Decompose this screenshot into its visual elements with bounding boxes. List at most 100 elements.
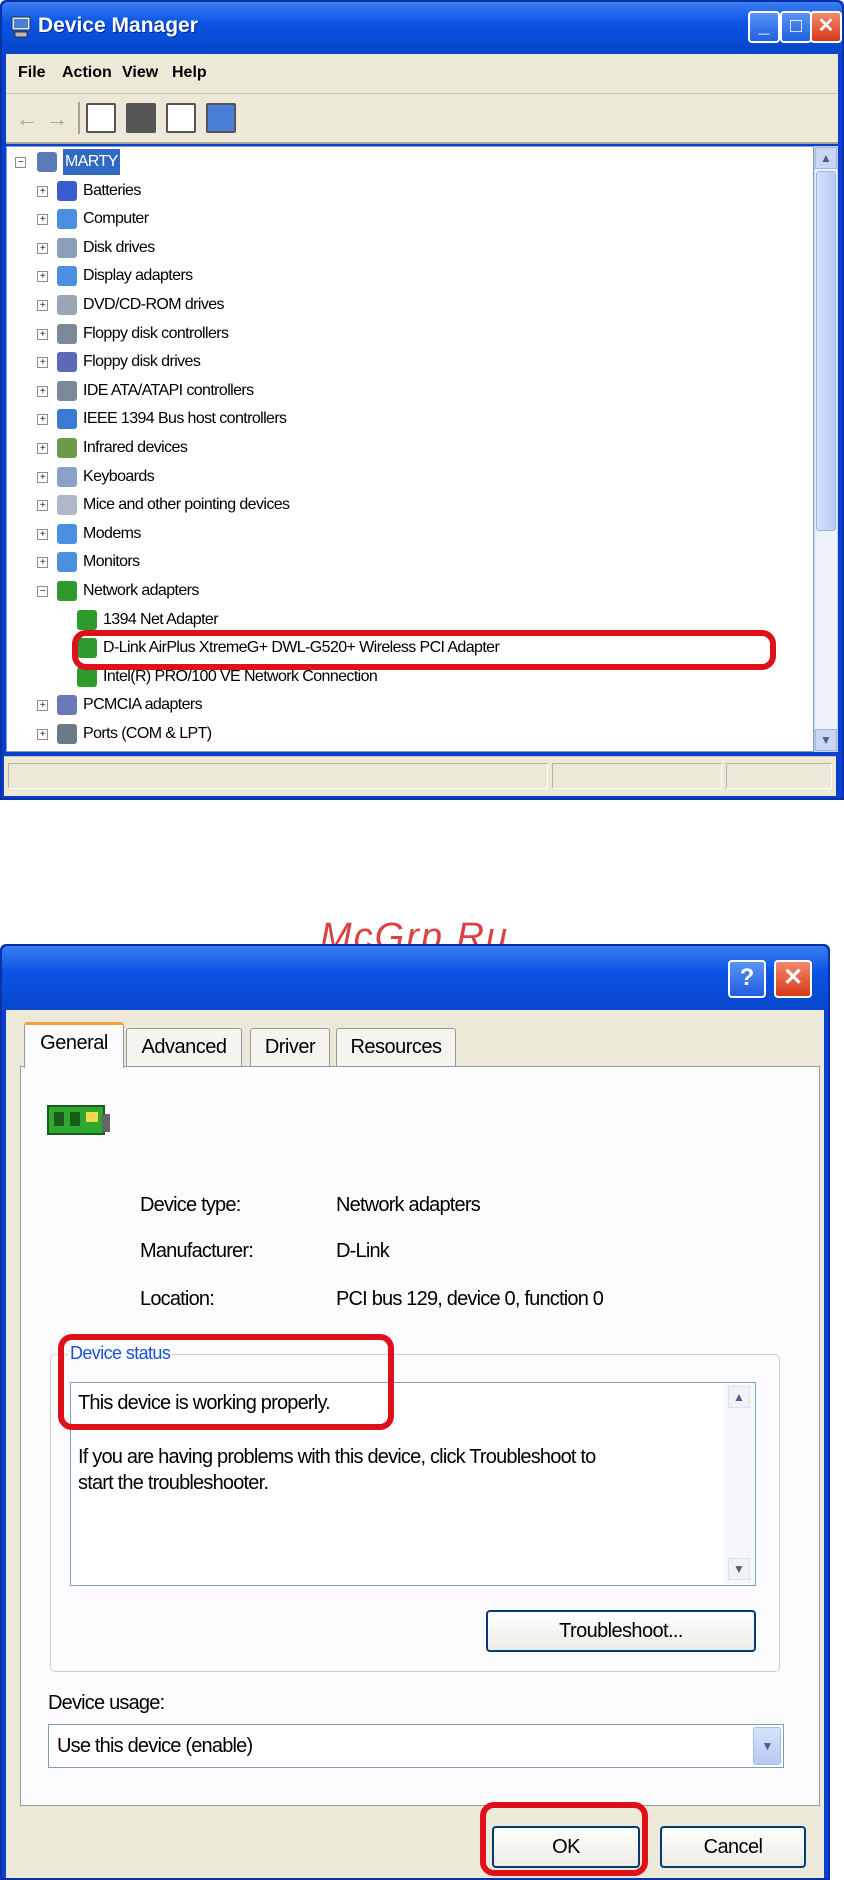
- expand-icon[interactable]: +: [37, 557, 48, 569]
- tree-category-item[interactable]: − Network adapters: [37, 578, 777, 604]
- menu-help[interactable]: Help: [172, 64, 207, 82]
- tab-driver[interactable]: Driver: [250, 1028, 330, 1066]
- tree-category-item[interactable]: + Floppy disk drives: [37, 349, 777, 375]
- window-title: Device Manager: [38, 14, 198, 37]
- status-help-line-1: If you are having problems with this dev…: [78, 1446, 596, 1468]
- tree-item-label: Mice and other pointing devices: [83, 496, 290, 514]
- tree-category-item[interactable]: + Floppy disk controllers: [37, 321, 777, 347]
- expand-icon[interactable]: +: [37, 443, 48, 454]
- status-scroll-down-icon[interactable]: ▼: [728, 1558, 750, 1580]
- back-arrow-icon[interactable]: ←: [16, 106, 38, 132]
- maximize-button[interactable]: □: [780, 11, 812, 43]
- menu-view[interactable]: View: [122, 64, 158, 82]
- maximize-icon: □: [789, 15, 803, 37]
- tree-child-item[interactable]: 1394 Net Adapter: [77, 607, 813, 633]
- expand-icon[interactable]: +: [37, 700, 48, 712]
- scroll-down-icon[interactable]: ▼: [815, 729, 837, 751]
- tree-category-item[interactable]: + IEEE 1394 Bus host controllers: [37, 406, 777, 432]
- tree-scrollbar[interactable]: ▲ ▼: [814, 146, 838, 752]
- root-label: MARTY: [63, 149, 120, 175]
- tree-category-item[interactable]: + Monitors: [37, 549, 777, 575]
- tree-category-item[interactable]: + Ports (COM & LPT): [37, 721, 777, 747]
- scroll-thumb[interactable]: [816, 171, 836, 531]
- device-category-icon: [57, 209, 77, 230]
- toolbar-separator: [78, 102, 80, 134]
- status-cell-2: [552, 763, 722, 789]
- device-usage-label: Device usage:: [48, 1692, 165, 1714]
- device-category-icon: [57, 180, 77, 201]
- chevron-down-icon[interactable]: ▼: [753, 1727, 781, 1765]
- tree-item-label: Floppy disk controllers: [83, 324, 229, 342]
- tree-item-label: 1394 Net Adapter: [103, 610, 219, 628]
- cancel-button[interactable]: Cancel: [660, 1826, 806, 1868]
- network-adapter-icon: [47, 1105, 110, 1135]
- tree-item-label: Monitors: [83, 553, 140, 571]
- expand-icon[interactable]: +: [37, 300, 48, 311]
- properties-view-icon[interactable]: [86, 103, 116, 133]
- collapse-icon[interactable]: −: [37, 586, 48, 597]
- troubleshoot-button[interactable]: Troubleshoot...: [486, 1610, 756, 1652]
- manufacturer-value: D-Link: [336, 1240, 390, 1262]
- forward-arrow-icon[interactable]: →: [46, 106, 68, 132]
- device-manager-titlebar[interactable]: Device Manager _ □ ✕: [2, 2, 842, 54]
- expand-icon[interactable]: +: [37, 414, 48, 426]
- tree-category-item[interactable]: + DVD/CD-ROM drives: [37, 292, 777, 318]
- expand-icon[interactable]: +: [37, 385, 48, 397]
- dialog-close-button[interactable]: ✕: [774, 960, 812, 998]
- status-cell-3: [726, 763, 832, 789]
- close-button[interactable]: ✕: [810, 11, 842, 43]
- expand-icon[interactable]: +: [37, 500, 48, 512]
- tree-item-label: Keyboards: [83, 467, 155, 485]
- close-icon: ✕: [782, 964, 804, 991]
- status-box-scrollbar[interactable]: ▲ ▼: [724, 1384, 754, 1584]
- device-usage-select[interactable]: Use this device (enable) ▼: [48, 1724, 784, 1768]
- expand-icon[interactable]: +: [37, 328, 48, 340]
- tree-item-label: IEEE 1394 Bus host controllers: [83, 410, 287, 428]
- tab-general[interactable]: General: [24, 1022, 124, 1068]
- expand-icon[interactable]: +: [37, 271, 48, 283]
- tree-category-item[interactable]: + Disk drives: [37, 235, 777, 261]
- device-category-icon: [57, 695, 77, 716]
- device-category-icon: [57, 237, 77, 258]
- dialog-titlebar[interactable]: ? ✕: [2, 946, 828, 1010]
- expand-icon[interactable]: +: [37, 471, 48, 483]
- expand-icon[interactable]: +: [37, 528, 48, 540]
- device-type-label: Device type:: [140, 1194, 241, 1216]
- expand-icon[interactable]: +: [37, 729, 48, 740]
- tree-category-item[interactable]: + PCMCIA adapters: [37, 692, 777, 718]
- status-scroll-up-icon[interactable]: ▲: [728, 1386, 750, 1408]
- device-category-icon: [57, 523, 77, 544]
- tab-resources[interactable]: Resources: [336, 1028, 456, 1066]
- device-category-icon: [77, 609, 97, 630]
- highlight-ok-button: [480, 1802, 648, 1876]
- expand-icon[interactable]: +: [37, 214, 48, 226]
- minimize-button[interactable]: _: [748, 11, 780, 43]
- help-button[interactable]: ?: [728, 960, 766, 998]
- collapse-root-icon[interactable]: −: [15, 157, 26, 168]
- tree-category-item[interactable]: + Display adapters: [37, 263, 777, 289]
- tree-category-item[interactable]: + Computer: [37, 206, 777, 232]
- tree-category-item[interactable]: + IDE ATA/ATAPI controllers: [37, 378, 777, 404]
- tree-category-item[interactable]: + Keyboards: [37, 464, 777, 490]
- tree-category-item[interactable]: + Infrared devices: [37, 435, 777, 461]
- scan-hardware-icon[interactable]: [206, 103, 236, 133]
- device-category-icon: [57, 352, 77, 373]
- tree-root[interactable]: − MARTY: [15, 149, 215, 175]
- help-doc-icon[interactable]: [166, 103, 196, 133]
- tree-item-label: Floppy disk drives: [83, 353, 201, 371]
- scroll-up-icon[interactable]: ▲: [815, 147, 837, 169]
- expand-icon[interactable]: +: [37, 242, 48, 254]
- location-value: PCI bus 129, device 0, function 0: [336, 1288, 604, 1310]
- expand-icon[interactable]: +: [37, 357, 48, 369]
- tree-category-item[interactable]: + Mice and other pointing devices: [37, 492, 777, 518]
- tree-item-label: Infrared devices: [83, 439, 188, 456]
- print-icon[interactable]: [126, 103, 156, 133]
- expand-icon[interactable]: +: [37, 185, 48, 197]
- menu-file[interactable]: File: [18, 64, 46, 82]
- device-category-icon: [57, 380, 77, 401]
- tree-category-item[interactable]: + Modems: [37, 521, 777, 547]
- tree-category-item[interactable]: + Batteries: [37, 178, 777, 204]
- menu-action[interactable]: Action: [62, 64, 112, 82]
- toolbar: ← →: [6, 94, 838, 144]
- tab-advanced[interactable]: Advanced: [126, 1028, 242, 1066]
